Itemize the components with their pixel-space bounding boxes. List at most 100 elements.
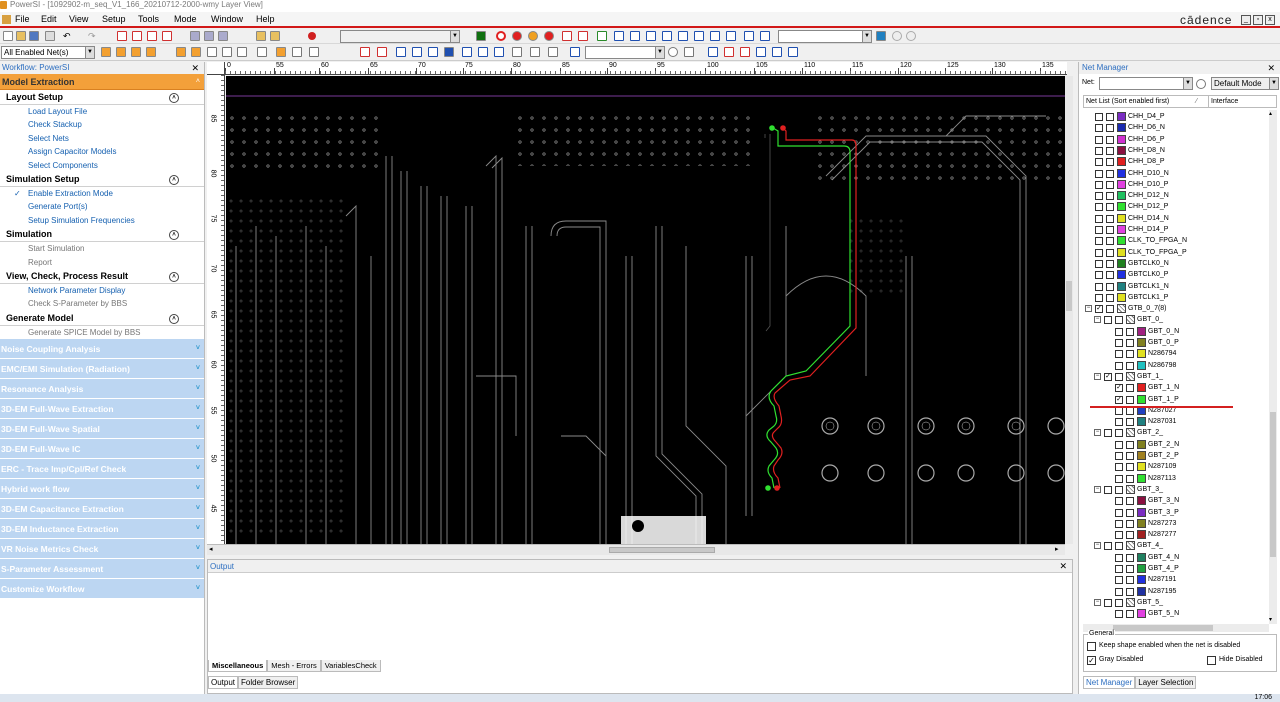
shape-icon[interactable] [597, 31, 607, 41]
fit-sel-icon[interactable] [788, 47, 798, 57]
net-color-swatch[interactable] [1117, 145, 1126, 155]
net-enable-checkbox[interactable] [1115, 474, 1123, 483]
net-row[interactable]: GBTCLK0_P [1083, 269, 1269, 280]
net-interface-checkbox[interactable] [1126, 576, 1134, 585]
net-row[interactable]: ✓ GBT_1_P [1083, 394, 1269, 405]
net-color-swatch[interactable] [1117, 236, 1126, 246]
net-enable-checkbox[interactable] [1115, 339, 1123, 347]
net-group-row[interactable]: − ✓ GTB_0_7(8) [1083, 303, 1269, 314]
net-enable-checkbox[interactable] [1095, 226, 1103, 234]
command-dropdown[interactable]: ▼ [778, 30, 872, 43]
net-interface-checkbox[interactable] [1126, 395, 1134, 404]
res-icon[interactable] [578, 31, 588, 41]
zoom-next-icon[interactable] [740, 47, 750, 57]
collapse-icon[interactable]: ˄ [169, 313, 179, 324]
net-interface-checkbox[interactable] [1126, 474, 1134, 483]
net-row[interactable]: CLK_TO_FPGA_P [1083, 247, 1269, 258]
net-interface-checkbox[interactable] [1115, 598, 1123, 607]
workflow-item[interactable]: Resonance Analysis ˅ [0, 379, 204, 400]
net-color-swatch[interactable] [1137, 394, 1146, 404]
net-interface-checkbox[interactable] [1126, 384, 1134, 393]
section-4[interactable]: Generate Model ˄ [0, 311, 204, 326]
workflow-step[interactable]: Network Parameter Display [0, 284, 204, 297]
play-icon[interactable] [190, 31, 200, 41]
workflow-item[interactable]: ERC - Trace Imp/Cpl/Ref Check ˅ [0, 459, 204, 480]
pad-icon[interactable] [630, 31, 640, 41]
tab-miscellaneous[interactable]: Miscellaneous [208, 660, 268, 672]
restore-button[interactable]: ▫ [1253, 15, 1263, 25]
net-row[interactable]: CHH_D10_N [1083, 168, 1269, 179]
net-enable-checkbox[interactable] [1095, 192, 1103, 201]
net-interface-checkbox[interactable] [1106, 113, 1114, 121]
tab-layer-selection[interactable]: Layer Selection [1135, 676, 1197, 689]
net-interface-checkbox[interactable] [1106, 124, 1114, 133]
net-row[interactable]: N286794 [1083, 348, 1269, 359]
net-interface-checkbox[interactable] [1106, 169, 1114, 178]
workflow-item[interactable]: 3D-EM Inductance Extraction ˅ [0, 519, 204, 540]
workflow-item[interactable]: S-Parameter Assessment ˅ [0, 559, 204, 580]
net-row[interactable]: GBT_3_P [1083, 507, 1269, 518]
net-interface-checkbox[interactable] [1106, 203, 1114, 212]
net-list-hscroll-thumb[interactable] [1113, 625, 1213, 631]
net-color-swatch[interactable] [1137, 439, 1146, 449]
source-icon[interactable] [528, 31, 538, 41]
net-enable-checkbox[interactable] [1104, 316, 1112, 325]
net-color-swatch[interactable] [1117, 157, 1126, 167]
net-color-swatch[interactable] [1117, 168, 1126, 178]
trace-icon[interactable] [646, 31, 656, 41]
ref-icon[interactable] [726, 31, 736, 41]
net-color-swatch[interactable] [1126, 428, 1135, 438]
scroll-left-icon[interactable]: ◂ [209, 545, 213, 553]
net-color-swatch[interactable] [1117, 270, 1126, 280]
net-enable-checkbox[interactable] [1095, 113, 1103, 121]
grid-icon[interactable] [476, 31, 486, 41]
net-group-row[interactable]: − GBT_4_ [1083, 540, 1269, 551]
net-interface-checkbox[interactable] [1126, 327, 1134, 336]
pointer-icon[interactable] [309, 47, 319, 57]
arc-icon[interactable] [131, 47, 141, 57]
close-icon[interactable]: ✕ [191, 62, 199, 74]
net-interface-checkbox[interactable] [1126, 497, 1134, 506]
workflow-step[interactable]: Check Stackup [0, 118, 204, 131]
net-row[interactable]: GBTCLK1_N [1083, 281, 1269, 292]
net-color-swatch[interactable] [1126, 371, 1135, 381]
net-enable-checkbox[interactable] [1115, 463, 1123, 472]
net-row[interactable]: N287031 [1083, 416, 1269, 427]
zoom-window-icon[interactable] [708, 47, 718, 57]
net-enable-checkbox[interactable] [1104, 429, 1112, 438]
find-dropdown[interactable]: ▼ [585, 46, 665, 59]
net-row[interactable]: N287109 [1083, 461, 1269, 472]
poly-icon[interactable] [412, 47, 422, 57]
menu-file[interactable]: File [15, 14, 30, 24]
net-enable-checkbox[interactable] [1095, 248, 1103, 257]
net-list-column[interactable]: Net List (Sort enabled first) [1086, 96, 1169, 108]
net-row[interactable]: N287273 [1083, 518, 1269, 529]
find-icon[interactable] [570, 47, 580, 57]
mesh-icon[interactable] [710, 31, 720, 41]
net-enable-checkbox[interactable] [1115, 610, 1123, 619]
keep-shape-checkbox[interactable] [1087, 642, 1096, 651]
zoom-in-icon[interactable] [147, 31, 157, 41]
menu-tools[interactable]: Tools [138, 14, 159, 24]
menu-view[interactable]: View [69, 14, 88, 24]
net-row[interactable]: GBT_3_N [1083, 495, 1269, 506]
fill-icon[interactable] [444, 47, 454, 57]
net-interface-checkbox[interactable] [1126, 339, 1134, 347]
collapse-icon[interactable]: − [1094, 372, 1101, 380]
net-interface-checkbox[interactable] [1106, 158, 1114, 167]
net-interface-checkbox[interactable] [1106, 214, 1114, 223]
net-interface-checkbox[interactable] [1126, 350, 1134, 359]
cursor-icon[interactable] [276, 47, 286, 57]
workflow-step[interactable]: Generate Port(s) [0, 200, 204, 213]
rect-icon[interactable] [396, 47, 406, 57]
net-enable-checkbox[interactable] [1115, 350, 1123, 359]
net-enable-checkbox[interactable] [1104, 542, 1112, 551]
net-color-swatch[interactable] [1117, 213, 1126, 223]
workflow-item[interactable]: VR Noise Metrics Check ˅ [0, 539, 204, 560]
net-enable-checkbox[interactable] [1095, 259, 1103, 268]
net-interface-checkbox[interactable] [1106, 259, 1114, 268]
net-color-swatch[interactable] [1137, 575, 1146, 585]
workflow-step[interactable]: Load Layout File [0, 105, 204, 118]
net-color-swatch[interactable] [1117, 191, 1126, 201]
rotate-icon[interactable] [512, 47, 522, 57]
